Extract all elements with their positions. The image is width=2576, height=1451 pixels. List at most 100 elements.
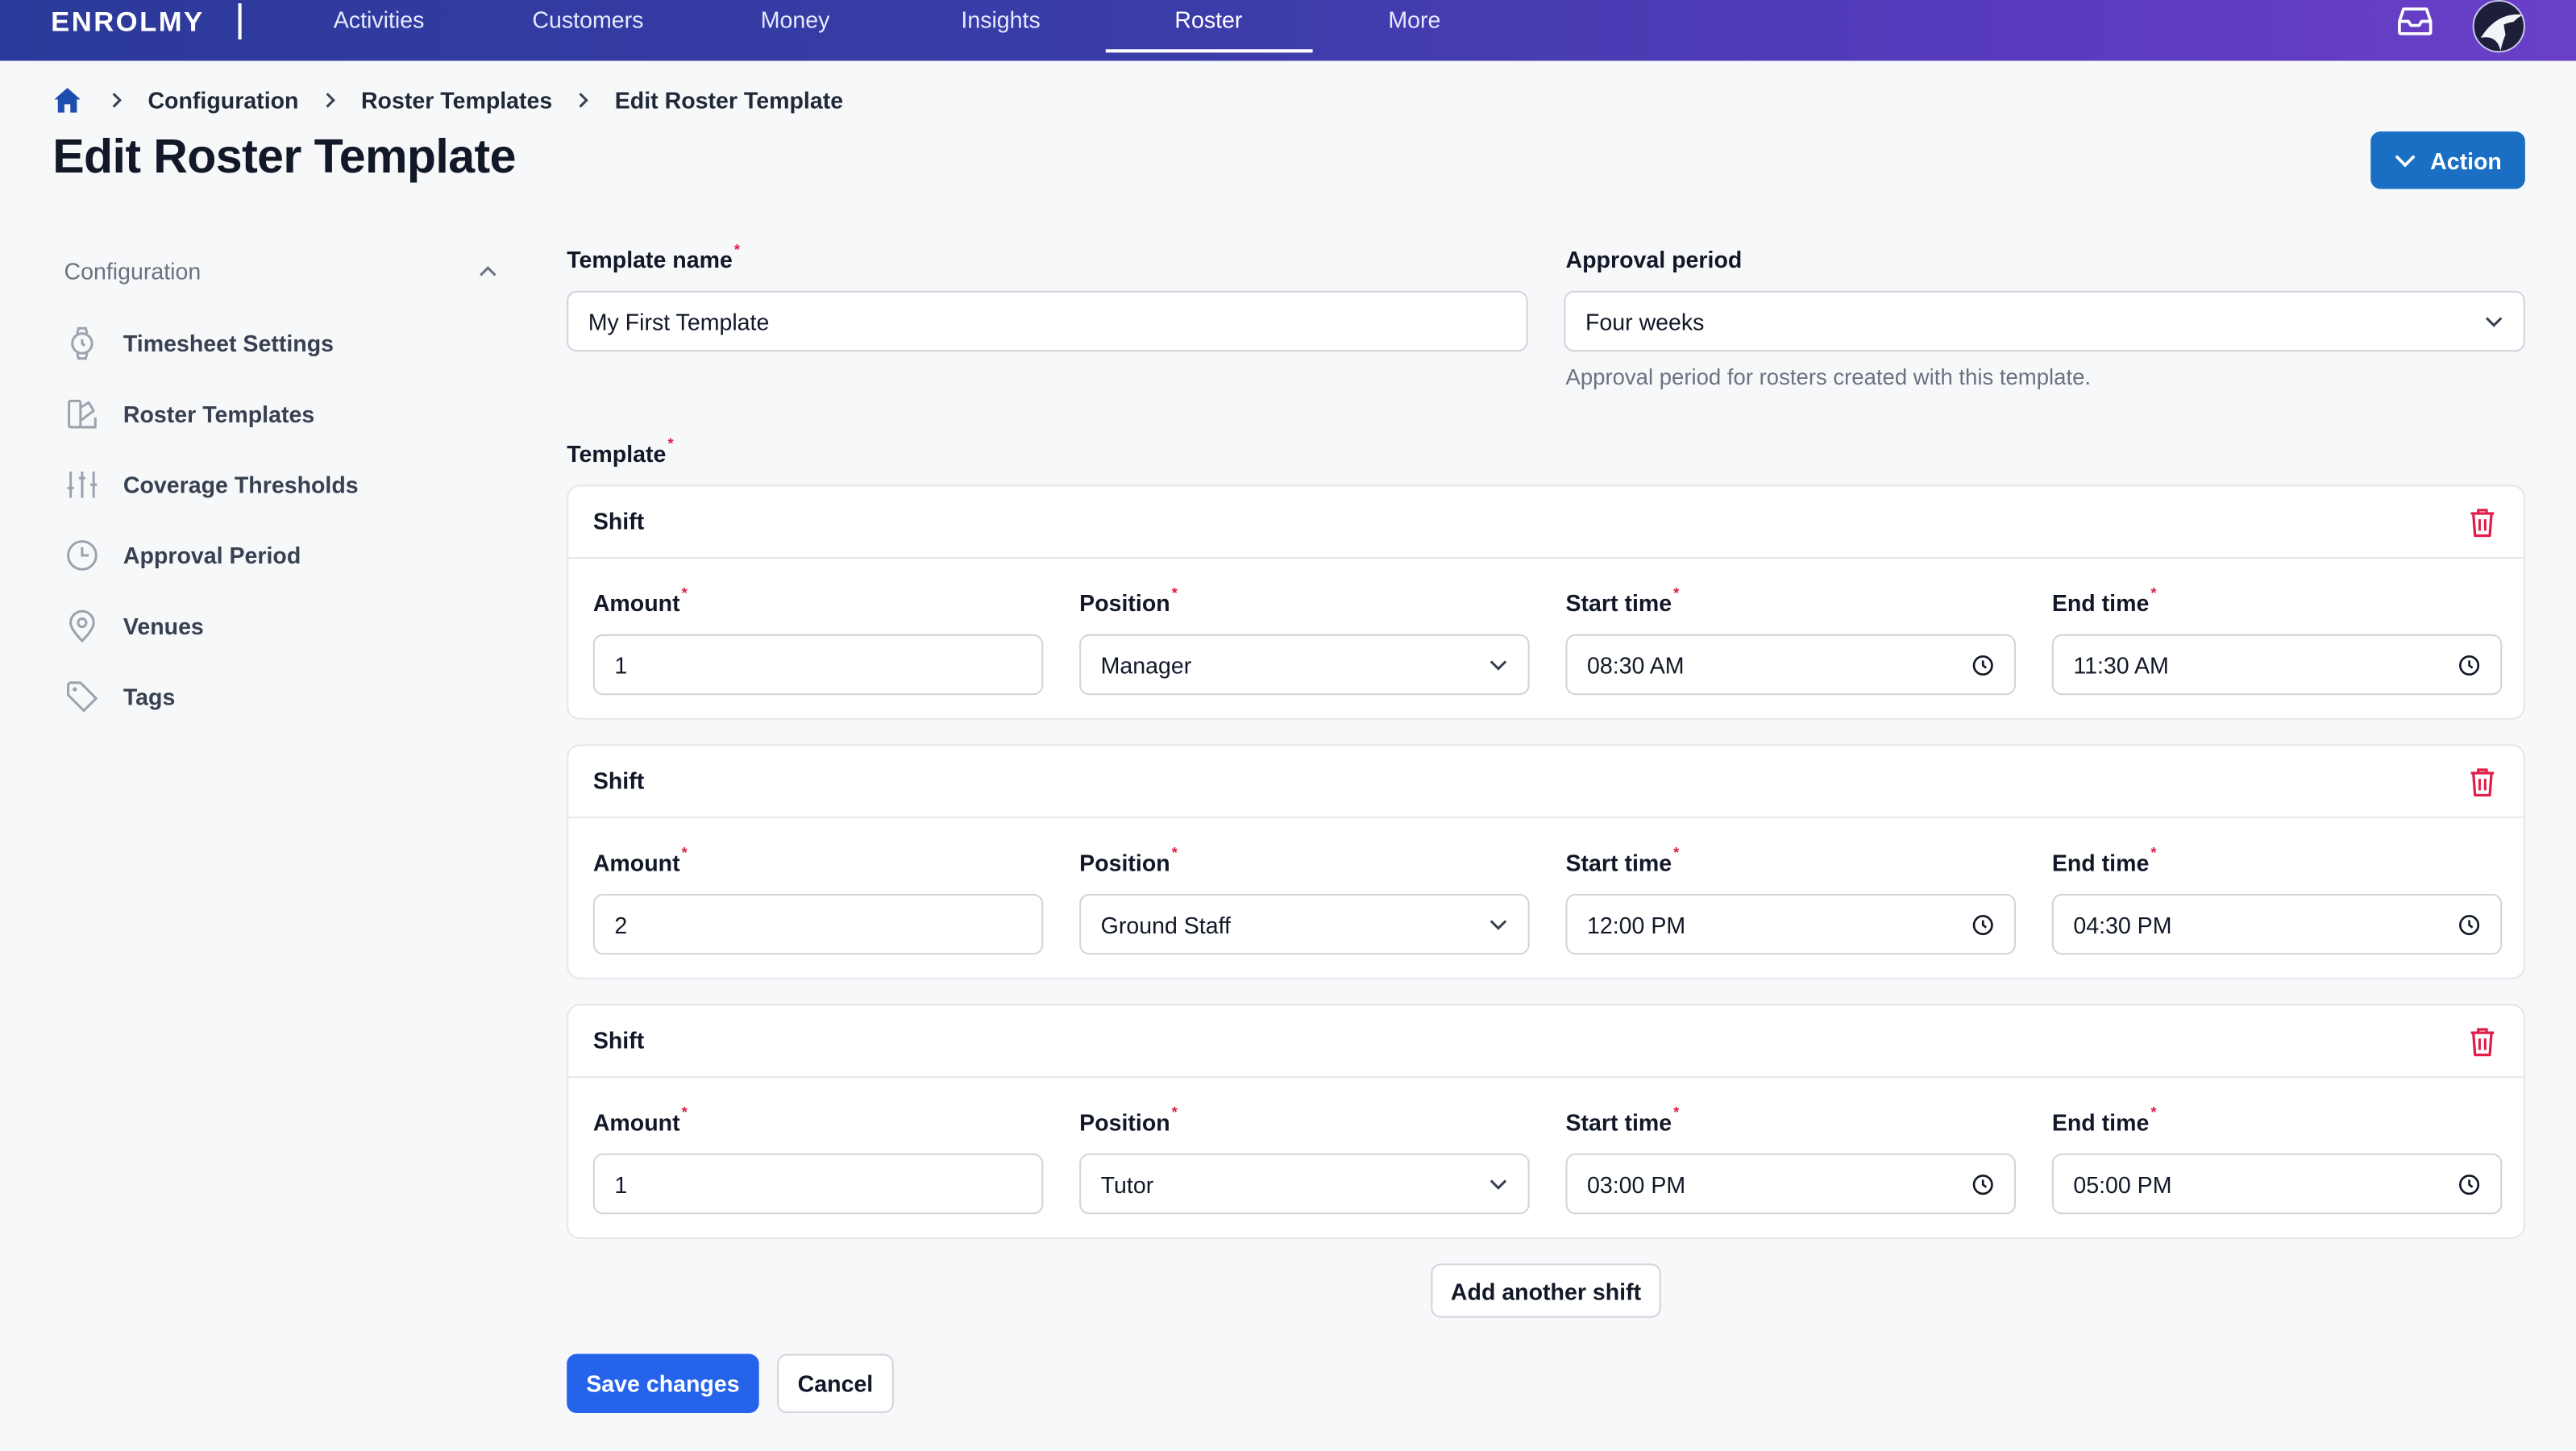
end-time-label: End time * [2052,845,2157,876]
sidebar-item-label: Tags [123,683,176,710]
chevron-right-icon [326,93,335,108]
nav-customers[interactable]: Customers [532,6,643,33]
start-time-input[interactable]: 12:00 PM [1565,893,2016,955]
position-label-text: Position [1079,1108,1170,1136]
required-marker: * [2150,844,2157,862]
amount-label-text: Amount [592,1108,680,1136]
shift-card-header: Shift [568,486,2524,559]
required-marker: * [733,241,741,259]
trash-icon[interactable] [2468,1025,2498,1058]
clock-icon[interactable] [1971,1172,1995,1195]
start-time-value: 08:30 AM [1586,651,1685,678]
position-select[interactable]: Tutor [1079,1153,1530,1215]
template-label-text: Template [567,440,667,467]
position-value: Ground Staff [1100,911,1231,938]
end-time-input[interactable]: 11:30 AM [2051,634,2503,696]
required-marker: * [681,1104,688,1121]
amount-label: Amount * [593,585,688,617]
sidebar-item-venues[interactable]: Venues [64,608,204,644]
end-time-input[interactable]: 04:30 PM [2051,893,2503,955]
nav-money[interactable]: Money [761,6,830,33]
amount-value: 1 [614,1170,628,1197]
sidebar-item-roster-templates[interactable]: Roster Templates [64,396,314,432]
start-time-input[interactable]: 08:30 AM [1565,634,2016,696]
sidebar-item-tags[interactable]: Tags [64,679,175,715]
logo[interactable]: ENROLMY [51,6,204,39]
breadcrumb-roster-templates[interactable]: Roster Templates [361,87,552,114]
position-select[interactable]: Manager [1079,634,1530,696]
sidebar-item-coverage-thresholds[interactable]: Coverage Thresholds [64,467,359,503]
start-time-label: Start time * [1565,845,1679,876]
sidebar-heading: Configuration [64,258,202,285]
sidebar-item-approval-period[interactable]: Approval Period [64,538,301,574]
shift-card-header: Shift [568,746,2524,819]
action-button[interactable]: Action [2370,131,2525,189]
end-time-value: 05:00 PM [2073,1170,2172,1197]
shift-card: Shift Amount * Position * Start time * End … [567,744,2525,979]
page-title: Edit Roster Template [52,131,516,185]
template-name-label-text: Template name [567,246,733,273]
amount-value: 2 [614,911,628,938]
top-navigation: ENROLMY Activities Customers Money Insig… [0,0,2576,61]
avatar-image-icon [2474,2,2524,52]
required-marker: * [667,435,674,452]
breadcrumb-configuration[interactable]: Configuration [147,87,298,114]
action-button-label: Action [2430,147,2502,174]
app-root: ENROLMY Activities Customers Money Insig… [0,0,2576,1451]
clock-icon[interactable] [1971,653,1995,676]
approval-period-select[interactable]: Four weeks [1564,290,2525,352]
tag-icon [67,681,98,713]
clock-icon [67,540,98,571]
inbox-icon[interactable] [2397,6,2433,36]
sidebar-item-timesheet-settings[interactable]: Timesheet Settings [64,326,334,362]
user-avatar[interactable] [2472,0,2525,53]
nav-activities[interactable]: Activities [334,6,425,33]
nav-more[interactable]: More [1388,6,1440,33]
sidebar-item-label: Roster Templates [123,401,315,427]
chevron-down-icon [1490,659,1507,670]
clock-icon[interactable] [2458,653,2481,676]
required-marker: * [2150,584,2157,602]
end-time-value: 04:30 PM [2073,911,2172,938]
location-pin-icon [69,609,95,643]
shift-title: Shift [592,507,645,534]
chevron-down-icon [1490,1179,1507,1189]
position-label: Position * [1079,1104,1178,1136]
watch-icon [71,326,93,360]
position-select[interactable]: Ground Staff [1079,893,1530,955]
template-name-input[interactable]: My First Template [567,290,1528,352]
end-time-label-text: End time [2051,1108,2150,1136]
approval-period-value: Four weeks [1585,308,1705,335]
chevron-right-icon [579,93,589,108]
amount-input[interactable]: 1 [592,1153,1044,1215]
shift-card: Shift Amount * Position * Start time * End … [567,1004,2525,1239]
nav-roster[interactable]: Roster [1174,6,1242,33]
amount-input[interactable]: 2 [592,893,1044,955]
breadcrumb-current: Edit Roster Template [614,87,844,114]
end-time-input[interactable]: 05:00 PM [2051,1153,2503,1215]
sidebar-section-header[interactable]: Configuration [64,258,497,285]
clock-icon[interactable] [2458,913,2481,936]
start-time-label-text: Start time [1565,589,1672,617]
sidebar-item-label: Coverage Thresholds [123,471,359,498]
template-icon [68,399,97,429]
trash-icon[interactable] [2468,766,2498,799]
position-label-text: Position [1079,589,1170,617]
required-marker: * [1171,584,1178,602]
home-icon[interactable] [52,85,82,115]
chevron-up-icon [480,266,497,276]
amount-label: Amount * [592,1104,688,1136]
cancel-button[interactable]: Cancel [777,1353,894,1413]
add-shift-button[interactable]: Add another shift [1431,1263,1661,1318]
required-marker: * [1171,844,1178,862]
amount-value: 1 [614,651,628,678]
save-changes-button[interactable]: Save changes [567,1353,759,1413]
trash-icon[interactable] [2468,506,2498,539]
clock-icon[interactable] [2458,1172,2481,1195]
chevron-down-icon [1490,919,1507,929]
amount-input[interactable]: 1 [592,634,1044,696]
nav-insights[interactable]: Insights [961,6,1040,33]
shift-card-header: Shift [568,1005,2524,1079]
clock-icon[interactable] [1971,913,1995,936]
start-time-input[interactable]: 03:00 PM [1565,1153,2016,1215]
